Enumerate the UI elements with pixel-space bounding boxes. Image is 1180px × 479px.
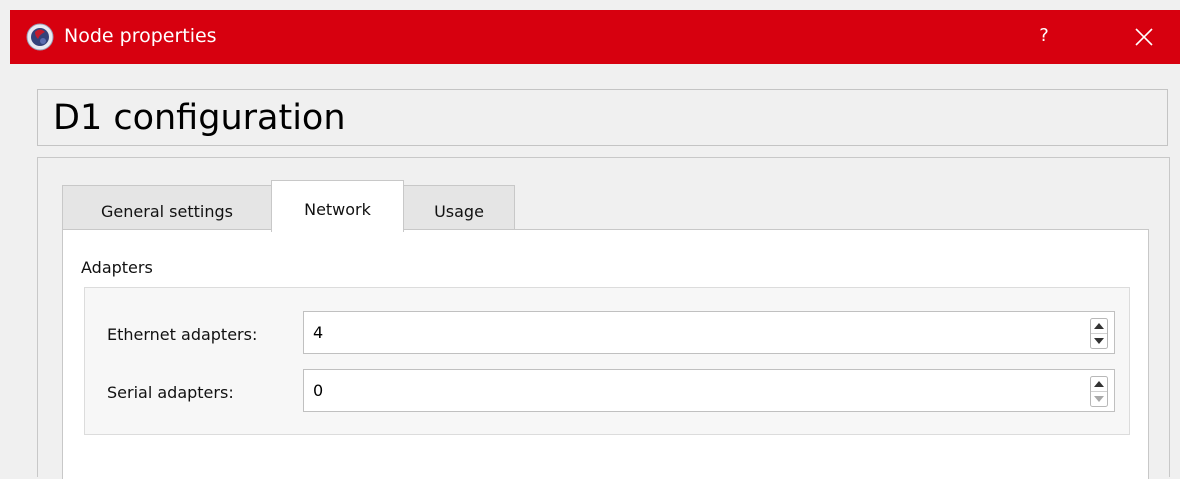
ethernet-adapters-spinbox[interactable]: 4 xyxy=(303,311,1115,354)
help-button[interactable]: ? xyxy=(1028,20,1060,52)
close-icon xyxy=(1135,28,1153,46)
ethernet-adapters-label: Ethernet adapters: xyxy=(107,325,258,344)
tab-network-label: Network xyxy=(304,200,371,219)
tab-network[interactable]: Network xyxy=(271,180,404,232)
spin-arrows-icon[interactable] xyxy=(1090,318,1108,349)
app-icon xyxy=(26,23,54,51)
adapters-group-title: Adapters xyxy=(81,258,153,277)
tab-general-settings[interactable]: General settings xyxy=(62,185,272,230)
adapters-group-box: Ethernet adapters: 4 Serial adapters: 0 xyxy=(84,287,1130,435)
serial-adapters-value: 0 xyxy=(313,381,324,400)
window-title: Node properties xyxy=(64,25,217,47)
serial-adapters-label: Serial adapters: xyxy=(107,383,234,402)
network-tab-pane: Adapters Ethernet adapters: 4 Serial ada… xyxy=(62,229,1149,479)
serial-adapters-spinbox[interactable]: 0 xyxy=(303,369,1115,412)
tab-usage[interactable]: Usage xyxy=(403,185,515,230)
ethernet-adapters-value: 4 xyxy=(313,323,324,342)
configuration-header: D1 configuration xyxy=(37,89,1168,146)
configuration-title: D1 configuration xyxy=(53,98,346,138)
window-left-edge xyxy=(0,0,10,470)
title-bar: Node properties ? xyxy=(10,10,1180,64)
close-button[interactable] xyxy=(1126,19,1162,55)
spin-arrows-icon[interactable] xyxy=(1090,376,1108,407)
